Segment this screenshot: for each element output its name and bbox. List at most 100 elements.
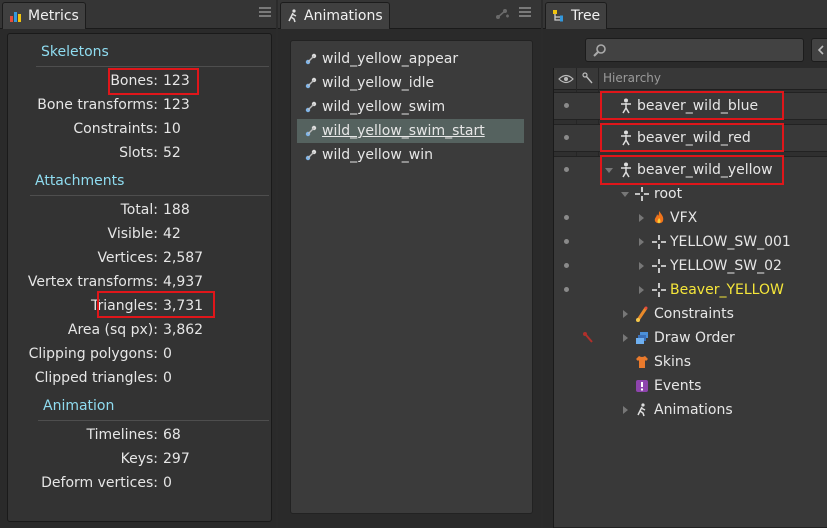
visibility-dot[interactable]	[564, 287, 569, 292]
animation-label: wild_yellow_win	[322, 147, 434, 163]
metric-label: Area (sq px):	[67, 322, 158, 338]
metric-label: Deform vertices:	[41, 475, 158, 491]
chevron-left-icon	[817, 45, 824, 55]
tree-node-bone[interactable]: YELLOW_SW_001	[554, 230, 827, 254]
expand-arrow-icon[interactable]	[639, 238, 644, 246]
visibility-eye-icon[interactable]	[558, 72, 574, 90]
metric-row: Area (sq px): 3,862	[8, 319, 273, 341]
metric-value: 2,587	[163, 250, 204, 266]
tab-animations-label: Animations	[304, 8, 383, 24]
tree-label: Constraints	[654, 306, 734, 322]
metric-value: 188	[163, 202, 190, 218]
search-options-button[interactable]	[811, 38, 827, 62]
metric-value: 4,937	[163, 274, 204, 290]
animation-icon	[303, 147, 319, 163]
metric-label: Visible:	[107, 226, 158, 242]
bone-link-icon[interactable]	[580, 330, 596, 346]
animations-tool-icon[interactable]	[494, 7, 510, 25]
tab-tree[interactable]: Tree	[545, 2, 607, 29]
expand-arrow-icon[interactable]	[623, 310, 628, 318]
metric-row: Timelines: 68	[8, 424, 273, 446]
tree-node-draw-order[interactable]: Draw Order	[554, 326, 827, 350]
visibility-dot[interactable]	[564, 239, 569, 244]
tree-node-skins[interactable]: Skins	[554, 350, 827, 374]
tab-animations[interactable]: Animations	[280, 2, 390, 29]
bone-icon	[651, 282, 667, 298]
tree-node-bone[interactable]: YELLOW_SW_02	[554, 254, 827, 278]
metric-value: 297	[163, 451, 190, 467]
tree-label: Events	[654, 378, 702, 394]
visibility-dot[interactable]	[564, 135, 569, 140]
fire-icon	[651, 210, 667, 226]
metric-row: Vertices: 2,587	[8, 247, 273, 269]
metrics-menu-icon[interactable]	[259, 7, 271, 17]
metric-label: Vertices:	[97, 250, 158, 266]
metrics-icon	[9, 9, 23, 23]
draw-order-icon	[634, 330, 650, 346]
animation-label: wild_yellow_swim	[322, 99, 446, 115]
animation-item[interactable]: wild_yellow_appear	[297, 47, 524, 71]
animations-list: wild_yellow_appear wild_yellow_idle wild_y…	[290, 40, 533, 514]
metric-value: 68	[163, 427, 181, 443]
metric-value: 123	[163, 97, 190, 113]
expand-arrow-icon[interactable]	[639, 262, 644, 270]
visibility-dot[interactable]	[564, 215, 569, 220]
section-divider	[30, 195, 269, 196]
visibility-dot[interactable]	[564, 167, 569, 172]
constraints-icon	[634, 306, 650, 322]
metric-label: Timelines:	[86, 427, 158, 443]
tree-label: Skins	[654, 354, 692, 370]
tree-node-bone[interactable]: Beaver_YELLOW	[554, 278, 827, 302]
highlight-skeleton-red	[600, 123, 784, 152]
expand-arrow-icon[interactable]	[623, 334, 628, 342]
metric-row: Deform vertices: 0	[8, 472, 273, 494]
tree-hierarchy: Hierarchy beaver_wild_blue beaver_wild_r…	[553, 68, 827, 528]
metric-row: Bone transforms: 123	[8, 94, 273, 116]
tab-metrics[interactable]: Metrics	[2, 2, 86, 29]
metric-label: Vertex transforms:	[27, 274, 158, 290]
bone-link-icon[interactable]	[582, 72, 594, 90]
animations-menu-icon[interactable]	[519, 7, 531, 17]
metric-row: Clipped triangles: 0	[8, 367, 273, 389]
hierarchy-column-header: Hierarchy	[603, 71, 662, 85]
highlight-skeleton-yellow	[600, 155, 784, 185]
tree-search-input[interactable]	[585, 38, 804, 62]
animation-run-icon	[287, 9, 299, 23]
skins-shirt-icon	[634, 354, 650, 370]
tree-node-slot[interactable]: VFX	[554, 206, 827, 230]
animation-item[interactable]: wild_yellow_swim_start	[297, 119, 524, 143]
highlight-skeleton-blue	[600, 91, 784, 120]
tree-tabbar: Tree	[543, 0, 827, 29]
tree-label: Draw Order	[654, 330, 735, 346]
tree-node-bone[interactable]: root	[554, 182, 827, 206]
search-icon	[592, 43, 608, 63]
tree-label: YELLOW_SW_001	[670, 234, 791, 250]
animation-item[interactable]: wild_yellow_win	[297, 143, 524, 167]
tab-metrics-label: Metrics	[28, 8, 79, 24]
animation-label: wild_yellow_swim_start	[322, 123, 485, 139]
metric-value: 0	[163, 475, 172, 491]
expand-arrow-icon[interactable]	[621, 192, 629, 197]
tree-node-events[interactable]: Events	[554, 374, 827, 398]
expand-arrow-icon[interactable]	[639, 214, 644, 222]
metric-row: Keys: 297	[8, 448, 273, 470]
visibility-dot[interactable]	[564, 103, 569, 108]
tree-label: VFX	[670, 210, 698, 226]
visibility-dot[interactable]	[564, 263, 569, 268]
animation-run-icon	[634, 402, 650, 418]
metric-label: Bone transforms:	[37, 97, 158, 113]
section-divider	[36, 66, 269, 67]
metric-label: Slots:	[119, 145, 158, 161]
expand-arrow-icon[interactable]	[623, 406, 628, 414]
metric-value: 10	[163, 121, 181, 137]
tree-node-animations[interactable]: Animations	[554, 398, 827, 422]
animation-icon	[303, 99, 319, 115]
metric-value: 0	[163, 346, 172, 362]
expand-arrow-icon[interactable]	[639, 286, 644, 294]
section-skeletons: Skeletons	[41, 44, 109, 60]
animation-item[interactable]: wild_yellow_swim	[297, 95, 524, 119]
tree-node-constraints[interactable]: Constraints	[554, 302, 827, 326]
bone-icon	[651, 258, 667, 274]
animation-item[interactable]: wild_yellow_idle	[297, 71, 524, 95]
events-icon	[634, 378, 650, 394]
